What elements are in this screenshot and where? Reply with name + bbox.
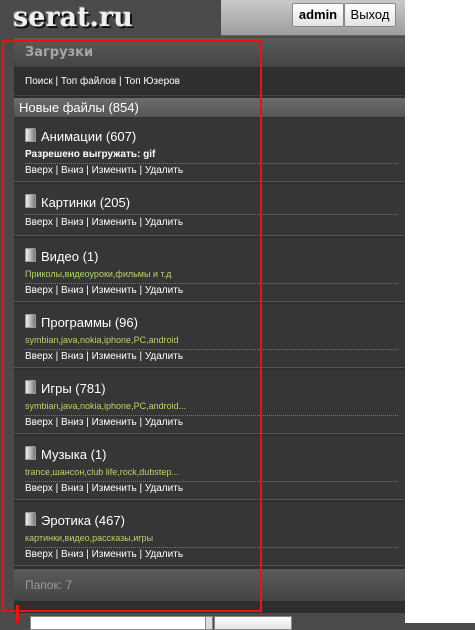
move-down-link[interactable]: Вниз <box>61 483 83 494</box>
top-bar: serat.ru admin Выход <box>0 0 475 38</box>
category-name[interactable]: Видео (1) <box>41 249 98 264</box>
move-down-link[interactable]: Вниз <box>61 549 83 560</box>
category-description: Приколы,видеоуроки,фильмы и т.д <box>25 269 172 279</box>
downloads-nav: Поиск | Топ файлов | Топ Юзеров <box>14 67 405 96</box>
move-up-link[interactable]: Вверх <box>25 417 53 428</box>
folder-icon <box>25 194 36 208</box>
bottom-select-handle[interactable] <box>205 616 213 630</box>
category-item: Видео (1) Приколы,видеоуроки,фильмы и т.… <box>14 238 405 302</box>
delete-link[interactable]: Удалить <box>145 483 183 494</box>
category-item: Эротика (467) картинки,видео,рассказы,иг… <box>14 502 405 566</box>
move-up-link[interactable]: Вверх <box>25 351 53 362</box>
annotation-marker <box>16 605 19 623</box>
delete-link[interactable]: Удалить <box>145 217 183 228</box>
edit-link[interactable]: Изменить <box>92 165 137 176</box>
category-item: Картинки (205) Вверх | Вниз | Изменить |… <box>14 184 405 236</box>
folder-icon <box>25 512 36 526</box>
divider <box>25 283 398 284</box>
category-actions: Вверх | Вниз | Изменить | Удалить <box>25 483 184 494</box>
delete-link[interactable]: Удалить <box>145 285 183 296</box>
divider <box>25 481 398 482</box>
move-down-link[interactable]: Вниз <box>61 217 83 228</box>
category-description: картинки,видео,рассказы,игры <box>25 533 154 543</box>
divider <box>25 214 398 215</box>
divider <box>25 163 398 164</box>
allowed-label: Разрешено выгружать: <box>25 149 141 160</box>
folder-count: Папок: 7 <box>14 569 405 601</box>
edit-link[interactable]: Изменить <box>92 285 137 296</box>
delete-link[interactable]: Удалить <box>145 549 183 560</box>
category-name[interactable]: Игры (781) <box>41 381 106 396</box>
category-description: trance,шансон,club life,rock,dubstep... <box>25 467 179 477</box>
allowed-value: gif <box>143 149 156 160</box>
category-title[interactable]: Картинки (205) <box>25 194 130 210</box>
move-down-link[interactable]: Вниз <box>61 351 83 362</box>
edit-link[interactable]: Изменить <box>92 483 137 494</box>
category-actions: Вверх | Вниз | Изменить | Удалить <box>25 549 184 560</box>
category-description: symbian,java,nokia,iphone,PC,android... <box>25 401 187 411</box>
delete-link[interactable]: Удалить <box>145 417 183 428</box>
bottom-input-field[interactable] <box>30 616 207 630</box>
category-actions: Вверх | Вниз | Изменить | Удалить <box>25 417 184 428</box>
category-item: Анимации (607) Разрешено выгружать: gif … <box>14 118 405 182</box>
search-link[interactable]: Поиск <box>25 76 53 87</box>
move-up-link[interactable]: Вверх <box>25 483 53 494</box>
edit-link[interactable]: Изменить <box>92 549 137 560</box>
logout-button[interactable]: Выход <box>344 3 396 27</box>
category-title[interactable]: Анимации (607) <box>25 128 136 144</box>
edit-link[interactable]: Изменить <box>92 417 137 428</box>
edit-link[interactable]: Изменить <box>92 351 137 362</box>
top-users-link[interactable]: Топ Юзеров <box>124 76 180 87</box>
downloads-panel: Загрузки Поиск | Топ файлов | Топ Юзеров… <box>14 38 405 613</box>
delete-link[interactable]: Удалить <box>145 165 183 176</box>
user-area: admin Выход <box>221 0 405 36</box>
folder-icon <box>25 446 36 460</box>
category-description: symbian,java,nokia,iphone,PC,android <box>25 335 179 345</box>
category-actions: Вверх | Вниз | Изменить | Удалить <box>25 285 184 296</box>
category-name[interactable]: Анимации (607) <box>41 129 136 144</box>
category-title[interactable]: Видео (1) <box>25 248 98 264</box>
folder-icon <box>25 128 36 142</box>
category-actions: Вверх | Вниз | Изменить | Удалить <box>25 165 184 176</box>
category-name[interactable]: Эротика (467) <box>41 513 125 528</box>
move-up-link[interactable]: Вверх <box>25 285 53 296</box>
category-title[interactable]: Программы (96) <box>25 314 138 330</box>
move-down-link[interactable]: Вниз <box>61 417 83 428</box>
divider <box>25 415 398 416</box>
top-files-link[interactable]: Топ файлов <box>61 76 116 87</box>
new-files-link[interactable]: Новые файлы (854) <box>14 98 405 117</box>
delete-link[interactable]: Удалить <box>145 351 183 362</box>
category-description: Разрешено выгружать: gif <box>25 149 155 160</box>
divider <box>25 547 398 548</box>
category-actions: Вверх | Вниз | Изменить | Удалить <box>25 351 184 362</box>
category-item: Музыка (1) trance,шансон,club life,rock,… <box>14 436 405 500</box>
category-name[interactable]: Картинки (205) <box>41 195 130 210</box>
divider <box>25 349 398 350</box>
folder-icon <box>25 248 36 262</box>
site-logo[interactable]: serat.ru <box>13 2 133 33</box>
category-title[interactable]: Игры (781) <box>25 380 106 396</box>
right-margin <box>405 0 475 623</box>
category-item: Игры (781) symbian,java,nokia,iphone,PC,… <box>14 370 405 434</box>
move-down-link[interactable]: Вниз <box>61 285 83 296</box>
category-name[interactable]: Музыка (1) <box>41 447 106 462</box>
move-up-link[interactable]: Вверх <box>25 549 53 560</box>
move-down-link[interactable]: Вниз <box>61 165 83 176</box>
move-up-link[interactable]: Вверх <box>25 165 53 176</box>
folder-icon <box>25 380 36 394</box>
edit-link[interactable]: Изменить <box>92 217 137 228</box>
section-title: Загрузки <box>14 38 405 67</box>
folder-icon <box>25 314 36 328</box>
bottom-submit-button[interactable] <box>214 616 292 630</box>
category-actions: Вверх | Вниз | Изменить | Удалить <box>25 217 184 228</box>
category-item: Программы (96) symbian,java,nokia,iphone… <box>14 304 405 368</box>
admin-button[interactable]: admin <box>292 3 344 27</box>
move-up-link[interactable]: Вверх <box>25 217 53 228</box>
category-name[interactable]: Программы (96) <box>41 315 138 330</box>
category-title[interactable]: Эротика (467) <box>25 512 125 528</box>
category-title[interactable]: Музыка (1) <box>25 446 106 462</box>
